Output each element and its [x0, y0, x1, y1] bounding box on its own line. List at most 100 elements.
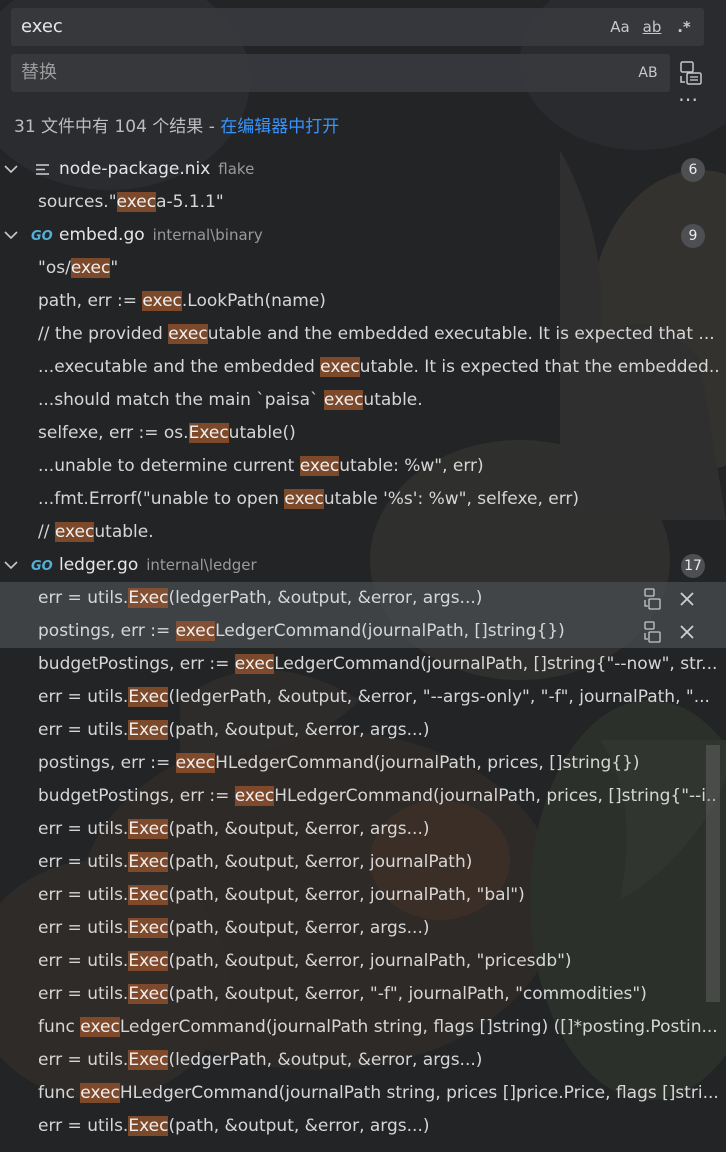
- match-line[interactable]: ...unable to determine current executabl…: [0, 450, 726, 483]
- match-highlight: exec: [284, 489, 324, 509]
- match-line-text: // executable.: [38, 516, 718, 549]
- file-path-label: internal\ledger: [146, 556, 257, 574]
- match-line[interactable]: postings, err := execLedgerCommand(journ…: [0, 615, 726, 648]
- match-context: (path, &output, &error, args...): [168, 720, 430, 740]
- match-context: err = utils.: [38, 852, 129, 872]
- match-context: (path, &output, &error, "-f", journalPat…: [168, 984, 647, 1004]
- match-line[interactable]: err = utils.Exec(path, &output, &error, …: [0, 978, 726, 1011]
- match-highlight: exec: [323, 390, 364, 410]
- file-name-label: embed.go: [59, 225, 145, 245]
- match-line[interactable]: err = utils.Exec(path, &output, &error, …: [0, 714, 726, 747]
- match-line[interactable]: "os/exec": [0, 252, 726, 285]
- match-line[interactable]: err = utils.Exec(path, &output, &error, …: [0, 945, 726, 978]
- match-highlight: exec: [54, 522, 95, 542]
- close-icon[interactable]: [676, 621, 698, 643]
- match-line[interactable]: ...fmt.Errorf("unable to open executable…: [0, 483, 726, 516]
- match-line[interactable]: ...should match the main `paisa` executa…: [0, 384, 726, 417]
- preserve-case-toggle[interactable]: AB: [635, 62, 661, 84]
- match-whole-word-toggle[interactable]: ab: [639, 16, 665, 38]
- match-line[interactable]: // executable.: [0, 516, 726, 549]
- file-path-label: flake: [218, 160, 255, 178]
- match-line-text: err = utils.Exec(path, &output, &error, …: [38, 978, 718, 1011]
- match-line[interactable]: func execHLedgerCommand(journalPath stri…: [0, 1077, 726, 1110]
- file-name-label: ledger.go: [59, 555, 139, 575]
- match-line[interactable]: postings, err := execHLedgerCommand(jour…: [0, 747, 726, 780]
- file-group-header[interactable]: node-package.nix flake 6: [0, 153, 726, 186]
- match-highlight: exec: [234, 786, 275, 806]
- file-name: node-package.nix flake: [59, 153, 254, 186]
- match-highlight: Exec: [128, 687, 169, 707]
- match-line[interactable]: sources."execa-5.1.1": [0, 186, 726, 219]
- match-line-text: err = utils.Exec(path, &output, &error, …: [38, 714, 718, 747]
- match-line[interactable]: func execLedgerCommand(journalPath strin…: [0, 1011, 726, 1044]
- match-context: utable.: [363, 390, 423, 410]
- match-highlight: Exec: [128, 1116, 169, 1136]
- match-context: (path, &output, &error, args...): [168, 1116, 430, 1136]
- use-regex-toggle[interactable]: .*: [673, 16, 695, 38]
- match-context: (path, &output, &error, journalPath): [168, 852, 473, 872]
- match-line-text: err = utils.Exec(path, &output, &error, …: [38, 846, 718, 879]
- replace-all-icon[interactable]: [678, 60, 704, 86]
- open-in-editor-link[interactable]: 在编辑器中打开: [220, 117, 339, 137]
- chevron-down-icon[interactable]: [2, 219, 20, 252]
- match-context: LedgerCommand(journalPath string, flags …: [119, 1017, 718, 1037]
- results-scrollbar[interactable]: [706, 745, 720, 1002]
- chevron-down-icon[interactable]: [2, 153, 20, 186]
- match-line-text: ...fmt.Errorf("unable to open executable…: [38, 483, 718, 516]
- match-context: postings, err :=: [38, 621, 176, 641]
- match-line[interactable]: err = utils.Exec(path, &output, &error, …: [0, 1110, 726, 1143]
- match-context: ": [110, 258, 119, 278]
- match-context: "os/: [38, 258, 71, 278]
- match-line[interactable]: path, err := exec.LookPath(name): [0, 285, 726, 318]
- replace-input[interactable]: 替换 AB: [11, 54, 670, 92]
- match-line[interactable]: err = utils.Exec(ledgerPath, &output, &e…: [0, 1044, 726, 1077]
- match-highlight: exec: [320, 357, 360, 377]
- file-name: embed.go internal\binary: [59, 219, 263, 252]
- match-line[interactable]: budgetPostings, err := execHLedgerComman…: [0, 780, 726, 813]
- replace-icon[interactable]: [642, 621, 664, 643]
- more-actions-icon[interactable]: ⋯: [678, 89, 698, 112]
- match-line-text: path, err := exec.LookPath(name): [38, 285, 718, 318]
- match-line[interactable]: budgetPostings, err := execLedgerCommand…: [0, 648, 726, 681]
- match-context: ...should match the main `paisa`: [38, 390, 324, 410]
- search-input-value: exec: [21, 16, 63, 37]
- match-context: err = utils.: [38, 918, 129, 938]
- match-highlight: Exec: [128, 588, 169, 608]
- replace-icon[interactable]: [642, 588, 664, 610]
- file-group-header[interactable]: GO ledger.go internal\ledger 17: [0, 549, 726, 582]
- match-highlight: exec: [168, 324, 208, 344]
- match-context: sources.": [38, 192, 117, 212]
- match-context: err = utils.: [38, 720, 129, 740]
- match-line[interactable]: err = utils.Exec(ledgerPath, &output, &e…: [0, 582, 726, 615]
- match-line[interactable]: selfexe, err := os.Executable(): [0, 417, 726, 450]
- match-context: err = utils.: [38, 1116, 129, 1136]
- match-context: .LookPath(name): [181, 291, 326, 311]
- match-line[interactable]: err = utils.Exec(path, &output, &error, …: [0, 879, 726, 912]
- match-line-text: err = utils.Exec(path, &output, &error, …: [38, 879, 718, 912]
- match-highlight: exec: [175, 753, 216, 773]
- match-highlight: Exec: [188, 423, 229, 443]
- match-line-text: err = utils.Exec(path, &output, &error, …: [38, 813, 718, 846]
- match-line[interactable]: err = utils.Exec(ledgerPath, &output, &e…: [0, 681, 726, 714]
- match-line[interactable]: ...executable and the embedded executabl…: [0, 351, 726, 384]
- match-context: utable: %w", err): [339, 456, 484, 476]
- replace-input-placeholder: 替换: [21, 62, 57, 83]
- close-icon[interactable]: [676, 588, 698, 610]
- match-line[interactable]: err = utils.Exec(path, &output, &error, …: [0, 912, 726, 945]
- match-line[interactable]: // the provided executable and the embed…: [0, 318, 726, 351]
- match-highlight: exec: [299, 456, 340, 476]
- go-icon: GO: [31, 559, 53, 574]
- match-highlight: Exec: [128, 885, 169, 905]
- match-count-badge: 9: [681, 224, 705, 248]
- match-line[interactable]: err = utils.Exec(path, &output, &error, …: [0, 846, 726, 879]
- match-context: LedgerCommand(journalPath, []string{}): [215, 621, 565, 641]
- match-line[interactable]: err = utils.Exec(path, &output, &error, …: [0, 813, 726, 846]
- match-context: budgetPostings, err :=: [38, 786, 235, 806]
- go-icon: GO: [31, 229, 53, 244]
- search-input[interactable]: exec Aa ab .*: [11, 8, 704, 46]
- match-case-toggle[interactable]: Aa: [609, 16, 631, 38]
- file-group-header[interactable]: GO embed.go internal\binary 9: [0, 219, 726, 252]
- chevron-down-icon[interactable]: [2, 549, 20, 582]
- match-context: (path, &output, &error, args...): [168, 918, 430, 938]
- match-highlight: Exec: [128, 918, 169, 938]
